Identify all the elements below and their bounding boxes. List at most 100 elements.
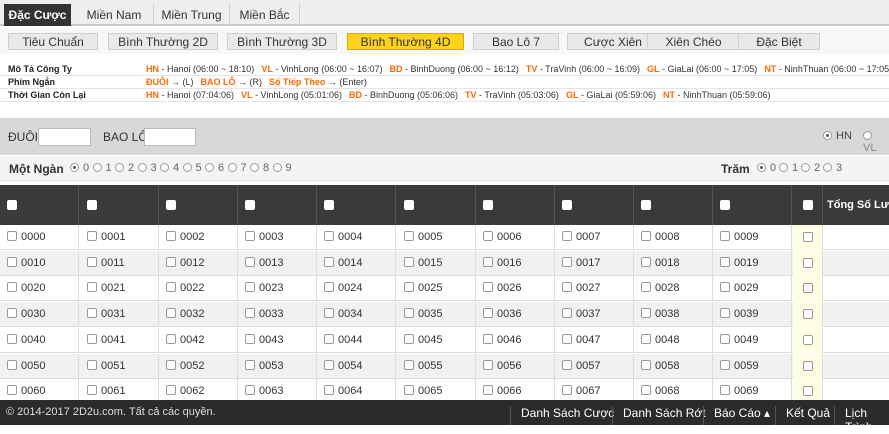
number-cell[interactable]: 0029: [713, 276, 792, 302]
number-cell[interactable]: 0046: [476, 327, 555, 353]
number-checkbox[interactable]: [720, 385, 730, 396]
number-checkbox[interactable]: [641, 385, 651, 396]
number-cell[interactable]: 0003: [238, 225, 317, 250]
number-checkbox[interactable]: [720, 256, 730, 267]
number-cell[interactable]: 0015: [397, 250, 476, 276]
number-checkbox[interactable]: [404, 308, 414, 319]
number-checkbox[interactable]: [641, 359, 651, 370]
number-cell[interactable]: 0039: [713, 302, 792, 328]
thousand-radio-3[interactable]: 3: [137, 162, 157, 174]
baolo-input[interactable]: [144, 128, 196, 146]
thousand-radio-0[interactable]: 0: [70, 162, 89, 174]
number-cell[interactable]: 0047: [555, 327, 634, 353]
number-checkbox[interactable]: [324, 333, 334, 344]
select-column-checkbox[interactable]: [7, 200, 17, 210]
number-checkbox[interactable]: [404, 385, 414, 396]
select-column-checkbox[interactable]: [562, 200, 572, 210]
select-column-checkbox[interactable]: [87, 200, 97, 210]
footer-link-ket-qua[interactable]: Kết Quả: [775, 406, 830, 425]
number-checkbox[interactable]: [7, 385, 17, 396]
row-select-checkbox[interactable]: [803, 283, 813, 294]
number-cell[interactable]: 0037: [555, 302, 634, 328]
number-cell[interactable]: 0018: [634, 250, 713, 276]
number-checkbox[interactable]: [641, 231, 651, 241]
number-cell[interactable]: 0014: [317, 250, 396, 276]
number-cell[interactable]: 0020: [0, 276, 79, 302]
number-checkbox[interactable]: [245, 282, 255, 293]
row-select-checkbox[interactable]: [803, 360, 813, 371]
number-checkbox[interactable]: [7, 282, 17, 293]
number-checkbox[interactable]: [720, 231, 730, 241]
hundred-radio-1[interactable]: 1: [779, 162, 798, 174]
number-cell[interactable]: 0004: [317, 225, 396, 250]
number-checkbox[interactable]: [245, 308, 255, 319]
number-cell[interactable]: 0058: [634, 353, 713, 379]
number-cell[interactable]: 0012: [159, 250, 238, 276]
footer-link-danh-sach-cuoc[interactable]: Danh Sách Cược: [510, 406, 614, 425]
number-cell[interactable]: 0053: [238, 353, 317, 379]
number-cell[interactable]: 0023: [238, 276, 317, 302]
select-column-checkbox[interactable]: [245, 200, 255, 210]
number-checkbox[interactable]: [245, 385, 255, 396]
row-select-checkbox[interactable]: [803, 232, 813, 242]
hundred-radio-0[interactable]: 0: [757, 162, 776, 174]
number-checkbox[interactable]: [245, 231, 255, 241]
select-column-checkbox[interactable]: [404, 200, 414, 210]
number-cell[interactable]: 0021: [80, 276, 159, 302]
footer-link-bao-cao[interactable]: Báo Cáo ▴: [703, 406, 770, 425]
number-cell[interactable]: 0002: [159, 225, 238, 250]
number-checkbox[interactable]: [324, 256, 334, 267]
number-checkbox[interactable]: [562, 359, 572, 370]
tab-mien-bac[interactable]: Miền Bắc: [230, 4, 300, 26]
number-checkbox[interactable]: [324, 359, 334, 370]
number-checkbox[interactable]: [87, 256, 97, 267]
number-checkbox[interactable]: [245, 359, 255, 370]
number-cell[interactable]: 0041: [80, 327, 159, 353]
number-checkbox[interactable]: [87, 333, 97, 344]
number-cell[interactable]: 0036: [476, 302, 555, 328]
tab-cuoc-xien[interactable]: Cược Xiên: [567, 33, 659, 50]
select-column-checkbox[interactable]: [720, 200, 730, 210]
tab-bao-lo-7[interactable]: Bao Lô 7: [473, 33, 559, 50]
thousand-radio-4[interactable]: 4: [160, 162, 179, 174]
hundred-radio-2[interactable]: 2: [801, 162, 820, 174]
number-cell[interactable]: 0034: [317, 302, 396, 328]
number-checkbox[interactable]: [720, 282, 730, 293]
number-cell[interactable]: 0055: [397, 353, 476, 379]
number-checkbox[interactable]: [483, 231, 493, 241]
number-cell[interactable]: 0033: [238, 302, 317, 328]
number-checkbox[interactable]: [87, 231, 97, 241]
number-checkbox[interactable]: [641, 282, 651, 293]
number-checkbox[interactable]: [324, 231, 334, 241]
number-cell[interactable]: 0028: [634, 276, 713, 302]
tab-binh-thuong-4d[interactable]: Bình Thường 4D: [347, 33, 464, 50]
number-checkbox[interactable]: [562, 256, 572, 267]
number-cell[interactable]: 0008: [634, 225, 713, 250]
select-column-checkbox[interactable]: [324, 200, 334, 210]
select-column-checkbox[interactable]: [483, 200, 493, 210]
number-checkbox[interactable]: [166, 333, 176, 344]
number-cell[interactable]: 0000: [0, 225, 79, 250]
number-checkbox[interactable]: [245, 256, 255, 267]
tab-binh-thuong-2d[interactable]: Bình Thường 2D: [108, 33, 218, 50]
number-checkbox[interactable]: [87, 385, 97, 396]
number-checkbox[interactable]: [483, 282, 493, 293]
number-checkbox[interactable]: [404, 359, 414, 370]
number-checkbox[interactable]: [562, 333, 572, 344]
number-cell[interactable]: 0010: [0, 250, 79, 276]
number-cell[interactable]: 0044: [317, 327, 396, 353]
number-checkbox[interactable]: [87, 282, 97, 293]
number-checkbox[interactable]: [483, 333, 493, 344]
number-checkbox[interactable]: [562, 308, 572, 319]
number-cell[interactable]: 0038: [634, 302, 713, 328]
number-checkbox[interactable]: [483, 385, 493, 396]
number-checkbox[interactable]: [720, 359, 730, 370]
number-cell[interactable]: 0022: [159, 276, 238, 302]
number-cell[interactable]: 0001: [80, 225, 159, 250]
number-cell[interactable]: 0057: [555, 353, 634, 379]
footer-link-danh-sach-rot[interactable]: Danh Sách Rớt: [612, 406, 706, 425]
tab-dac-biet[interactable]: Đặc Biệt: [738, 33, 820, 50]
number-checkbox[interactable]: [166, 231, 176, 241]
number-checkbox[interactable]: [720, 308, 730, 319]
number-checkbox[interactable]: [641, 333, 651, 344]
